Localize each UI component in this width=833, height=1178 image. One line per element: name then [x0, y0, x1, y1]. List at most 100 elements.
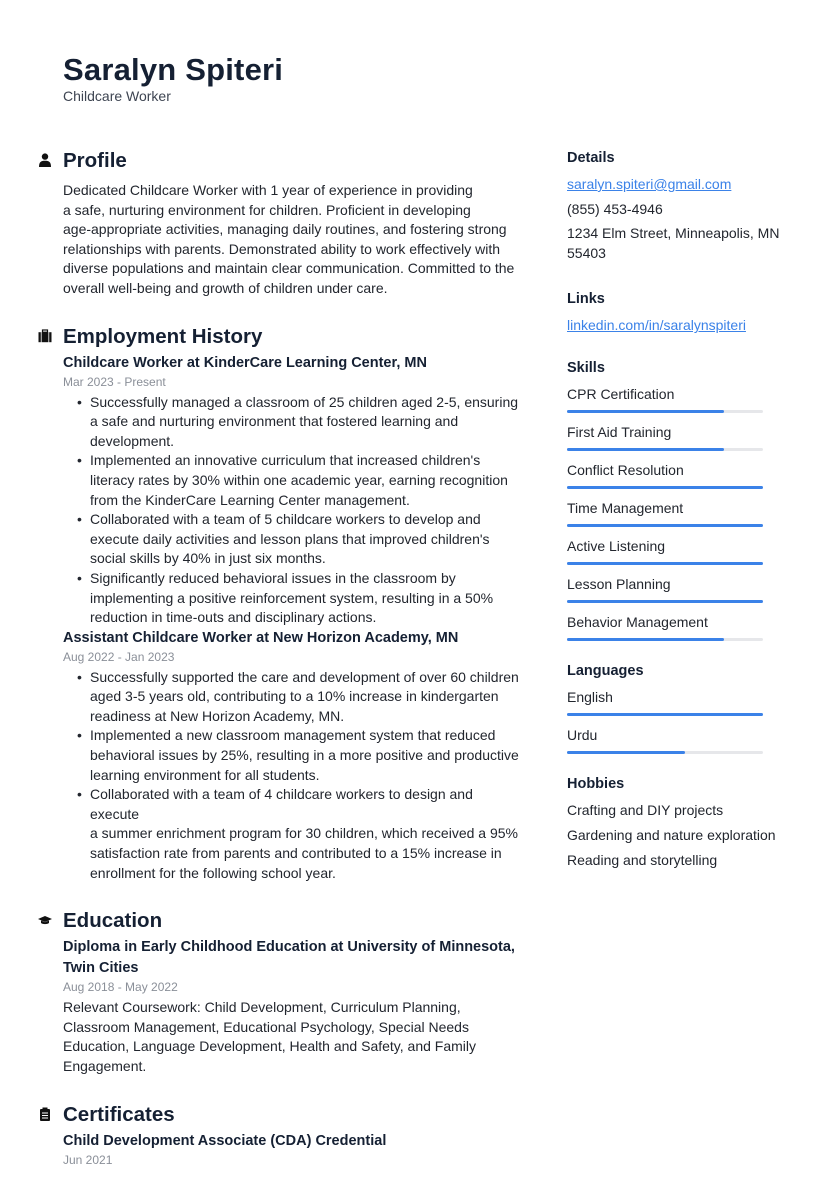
job-entry: Childcare Worker at KinderCare Learning … — [63, 353, 523, 628]
person-icon — [38, 153, 52, 167]
language-item: English — [567, 688, 782, 716]
certificates-section: Certificates Child Development Associate… — [40, 1101, 523, 1169]
skill-level-fill — [567, 409, 724, 413]
education-section: Education Diploma in Early Childhood Edu… — [38, 907, 523, 1076]
job-date: Aug 2022 - Jan 2023 — [63, 649, 175, 664]
education-entry: Diploma in Early Childhood Education at … — [63, 937, 523, 1076]
linkedin-link[interactable]: linkedin.com/in/saralynspiteri — [567, 316, 782, 336]
main-column: Profile Dedicated Childcare Worker with … — [38, 147, 523, 1171]
hobby-item: Gardening and nature exploration — [567, 826, 776, 843]
skills-heading: Skills — [567, 359, 605, 376]
profile-line: Dedicated Childcare Worker with 1 year o… — [63, 182, 473, 198]
hobby-item: Crafting and DIY projects — [567, 801, 724, 818]
language-level-fill — [567, 712, 763, 716]
profile-line: a safe, nurturing environment for childr… — [63, 201, 471, 218]
skill-level-bar — [567, 637, 763, 641]
certificate-title: Child Development Associate (CDA) Creden… — [63, 1132, 387, 1149]
skill-level-bar — [567, 485, 763, 489]
candidate-title: Childcare Worker — [63, 88, 171, 104]
education-description: Relevant Coursework: Child Development, … — [63, 999, 476, 1074]
skill-level-bar — [567, 409, 763, 413]
hobbies-section: Hobbies Crafting and DIY projects Garden… — [567, 774, 782, 871]
phone-number: (855) 453-4946 — [567, 200, 663, 217]
job-title: Assistant Childcare Worker at New Horizo… — [63, 629, 459, 646]
hobby-item: Reading and storytelling — [567, 851, 718, 868]
skill-level-fill — [567, 485, 763, 489]
bullet-item: Implemented a new classroom management s… — [77, 726, 523, 785]
section-title: Employment History — [63, 324, 263, 348]
hobbies-heading: Hobbies — [567, 775, 625, 792]
sidebar: Details saralyn.spiteri@gmail.com (855) … — [567, 148, 782, 876]
section-title: Education — [63, 909, 163, 933]
profile-summary: Dedicated Childcare Worker with 1 year o… — [63, 181, 523, 299]
section-title: Profile — [63, 149, 127, 172]
skills-section: Skills CPR Certification First Aid Traini… — [567, 358, 782, 641]
language-level-fill — [567, 750, 685, 754]
bullet-item: Significantly reduced behavioral issues … — [77, 569, 523, 628]
language-level-bar — [567, 712, 763, 716]
skill-item: CPR Certification — [567, 385, 782, 413]
email-link[interactable]: saralyn.spiteri@gmail.com — [567, 175, 782, 195]
profile-section: Profile Dedicated Childcare Worker with … — [39, 147, 523, 299]
job-date: Mar 2023 - Present — [63, 374, 166, 389]
skill-item: Behavior Management — [567, 613, 782, 641]
section-title: Certificates — [63, 1102, 175, 1126]
skill-label: Active Listening — [567, 537, 666, 554]
skill-level-fill — [567, 599, 763, 603]
profile-line: age-appropriate activities, managing dai… — [63, 221, 507, 238]
bullet-item: Collaborated with a team of 5 childcare … — [77, 510, 523, 569]
skill-level-fill — [567, 637, 724, 641]
language-item: Urdu — [567, 726, 782, 754]
skill-level-bar — [567, 599, 763, 603]
skills-list: CPR Certification First Aid Training Confl… — [567, 385, 782, 641]
briefcase-icon — [38, 328, 52, 343]
details-section: Details saralyn.spiteri@gmail.com (855) … — [567, 148, 782, 263]
graduation-cap-icon — [38, 913, 52, 927]
bullet-item: Successfully managed a classroom of 25 c… — [77, 393, 523, 452]
job-title: Childcare Worker at KinderCare Learning … — [63, 354, 427, 371]
job-bullets: Successfully managed a classroom of 25 c… — [63, 393, 523, 628]
degree-title: Diploma in Early Childhood Education at … — [63, 939, 515, 977]
skill-label: Behavior Management — [567, 613, 708, 630]
links-section: Links linkedin.com/in/saralynspiteri — [567, 289, 782, 336]
profile-line: overall well-being and growth of childre… — [63, 279, 388, 296]
languages-heading: Languages — [567, 662, 644, 679]
skill-label: Lesson Planning — [567, 575, 671, 592]
job-entry: Assistant Childcare Worker at New Horizo… — [63, 628, 523, 884]
skill-item: Conflict Resolution — [567, 461, 782, 489]
bullet-item: Implemented an innovative curriculum tha… — [77, 451, 523, 510]
skill-item: Active Listening — [567, 537, 782, 565]
bullet-item: Collaborated with a team of 4 childcare … — [77, 785, 523, 883]
skill-label: Conflict Resolution — [567, 461, 684, 478]
certificate-entry: Child Development Associate (CDA) Creden… — [63, 1131, 523, 1169]
skill-label: Time Management — [567, 499, 684, 516]
skill-level-bar — [567, 523, 763, 527]
profile-line: relationships with parents. Demonstrated… — [63, 240, 501, 257]
certificate-date: Jun 2021 — [63, 1152, 113, 1167]
links-heading: Links — [567, 291, 605, 308]
certificates-header: Certificates — [40, 1101, 523, 1129]
candidate-name: Saralyn Spiteri — [63, 52, 284, 87]
employment-section: Employment History Childcare Worker at K… — [38, 323, 523, 884]
education-header: Education — [38, 907, 523, 935]
resume-header: Saralyn Spiteri Childcare Worker — [63, 52, 283, 105]
language-label: Urdu — [567, 726, 598, 743]
employment-header: Employment History — [38, 323, 523, 351]
language-level-bar — [567, 750, 763, 754]
skill-item: First Aid Training — [567, 423, 782, 451]
job-bullets: Successfully supported the care and deve… — [63, 668, 523, 884]
language-label: English — [567, 688, 613, 705]
skill-item: Time Management — [567, 499, 782, 527]
skill-level-fill — [567, 523, 763, 527]
languages-list: English Urdu — [567, 688, 782, 754]
skill-label: First Aid Training — [567, 423, 672, 440]
profile-header: Profile — [39, 147, 523, 175]
address: 1234 Elm Street, Minneapolis, MN 55403 — [567, 225, 780, 261]
skill-level-bar — [567, 561, 763, 565]
languages-section: Languages English Urdu — [567, 661, 782, 754]
clipboard-icon — [38, 1107, 52, 1121]
education-date: Aug 2018 - May 2022 — [63, 980, 178, 995]
skill-level-bar — [567, 447, 763, 451]
profile-line: diverse populations and maintain clear c… — [63, 260, 515, 277]
skill-level-fill — [567, 561, 763, 565]
